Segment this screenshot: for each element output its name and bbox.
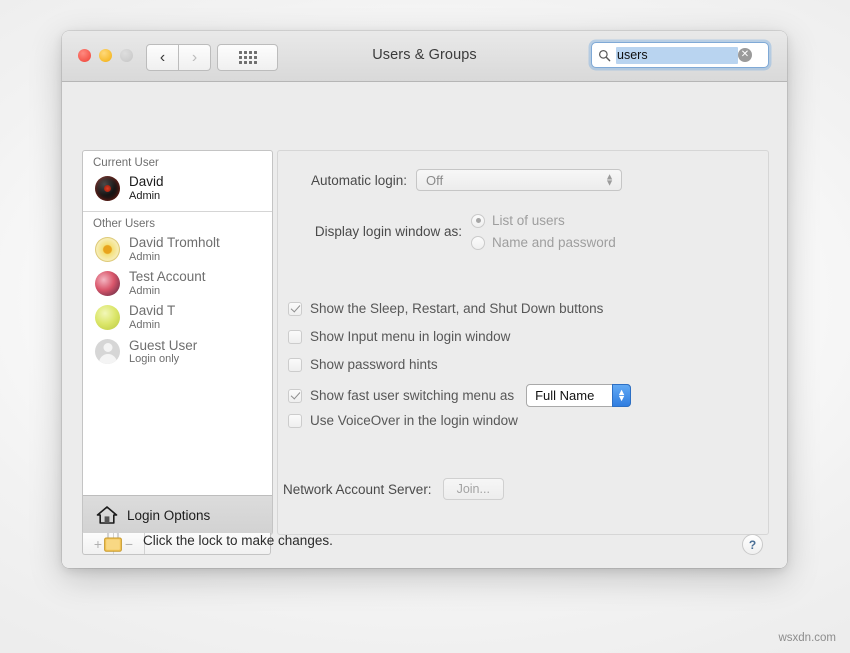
lock-row: Click the lock to make changes. [100, 526, 333, 554]
display-login-window-options: List of users Name and password [471, 213, 616, 250]
automatic-login-popup[interactable]: Off ▲▼ [416, 169, 622, 191]
radio-label: List of users [492, 213, 565, 228]
other-users-header: Other Users [83, 212, 272, 232]
user-fullname: Test Account [129, 269, 206, 285]
user-role: Admin [129, 251, 220, 264]
checkbox-label: Show the Sleep, Restart, and Shut Down b… [310, 301, 603, 316]
desktop-background: ‹ › Users & Groups users ✕ [0, 0, 850, 653]
join-button[interactable]: Join... [443, 478, 504, 500]
user-role: Admin [129, 190, 164, 203]
user-name-block: Guest User Login only [129, 338, 197, 366]
user-name-block: David T Admin [129, 303, 175, 331]
user-avatar-icon [95, 176, 120, 201]
clear-search-icon[interactable]: ✕ [738, 48, 752, 62]
user-fullname: Guest User [129, 338, 197, 354]
checkbox-icon [288, 389, 302, 403]
window-titlebar: ‹ › Users & Groups users ✕ [62, 31, 787, 82]
lock-message: Click the lock to make changes. [143, 533, 333, 548]
login-options-pane: Automatic login: Off ▲▼ Display login wi… [277, 150, 769, 535]
sidebar-item-user-david-tromholt[interactable]: David Tromholt Admin [83, 232, 272, 266]
user-fullname: David T [129, 303, 175, 319]
house-icon [96, 505, 118, 525]
checkbox-label: Show Input menu in login window [310, 329, 510, 344]
guest-avatar-icon [95, 339, 120, 364]
closed-padlock-icon[interactable] [100, 526, 126, 554]
radio-label: Name and password [492, 235, 616, 250]
current-user-header: Current User [83, 151, 272, 171]
window-body: Current User David Admin Other Users [62, 82, 787, 568]
user-fullname: David [129, 174, 164, 190]
search-input-value[interactable]: users [616, 47, 738, 64]
network-account-server-row: Network Account Server: Join... [283, 478, 504, 500]
checkbox-show-sleep-restart-shutdown[interactable]: Show the Sleep, Restart, and Shut Down b… [288, 301, 603, 316]
user-avatar-icon [95, 305, 120, 330]
radio-icon [471, 214, 485, 228]
current-user-section: Current User David Admin [83, 151, 272, 212]
users-sidebar: Current User David Admin Other Users [82, 150, 273, 535]
network-account-server-label: Network Account Server: [283, 482, 432, 497]
fast-user-switching-value: Full Name [535, 388, 594, 403]
checkbox-icon [288, 302, 302, 316]
login-options-label: Login Options [127, 508, 210, 523]
user-role: Login only [129, 353, 197, 366]
radio-name-and-password[interactable]: Name and password [471, 235, 616, 250]
checkbox-icon [288, 330, 302, 344]
user-avatar-icon [95, 271, 120, 296]
automatic-login-row: Automatic login: Off ▲▼ [278, 169, 768, 191]
checkbox-label: Show fast user switching menu as [310, 388, 514, 403]
checkbox-icon [288, 358, 302, 372]
checkbox-label: Show password hints [310, 357, 438, 372]
user-role: Admin [129, 319, 175, 332]
user-name-block: David Admin [129, 174, 164, 202]
sidebar-item-user-guest[interactable]: Guest User Login only [83, 335, 272, 369]
display-login-window-row: Display login window as: List of users N… [278, 213, 768, 250]
search-icon [598, 49, 611, 62]
checkbox-label: Use VoiceOver in the login window [310, 413, 518, 428]
user-avatar-icon [95, 237, 120, 262]
chevron-updown-icon: ▲▼ [612, 384, 631, 407]
user-name-block: Test Account Admin [129, 269, 206, 297]
other-users-section: Other Users David Tromholt Admin Test Ac… [83, 212, 272, 495]
watermark: wsxdn.com [778, 632, 836, 644]
fast-user-switching-popup[interactable]: Full Name ▲▼ [526, 384, 631, 407]
automatic-login-value: Off [426, 173, 443, 188]
search-field[interactable]: users ✕ [591, 42, 769, 68]
checkbox-fast-user-switching[interactable]: Show fast user switching menu as Full Na… [288, 384, 631, 407]
chevron-updown-icon: ▲▼ [605, 174, 614, 185]
user-name-block: David Tromholt Admin [129, 235, 220, 263]
checkbox-use-voiceover[interactable]: Use VoiceOver in the login window [288, 413, 518, 428]
radio-icon [471, 236, 485, 250]
display-login-window-label: Display login window as: [278, 224, 462, 239]
system-preferences-window: ‹ › Users & Groups users ✕ [62, 31, 787, 568]
user-fullname: David Tromholt [129, 235, 220, 251]
sidebar-item-current-user[interactable]: David Admin [83, 171, 272, 205]
checkbox-icon [288, 414, 302, 428]
sidebar-item-user-david-t[interactable]: David T Admin [83, 300, 272, 334]
radio-list-of-users[interactable]: List of users [471, 213, 616, 228]
help-button[interactable]: ? [742, 534, 763, 555]
automatic-login-label: Automatic login: [278, 173, 407, 188]
checkbox-show-password-hints[interactable]: Show password hints [288, 357, 438, 372]
user-role: Admin [129, 285, 206, 298]
sidebar-item-user-test-account[interactable]: Test Account Admin [83, 266, 272, 300]
checkbox-show-input-menu[interactable]: Show Input menu in login window [288, 329, 510, 344]
